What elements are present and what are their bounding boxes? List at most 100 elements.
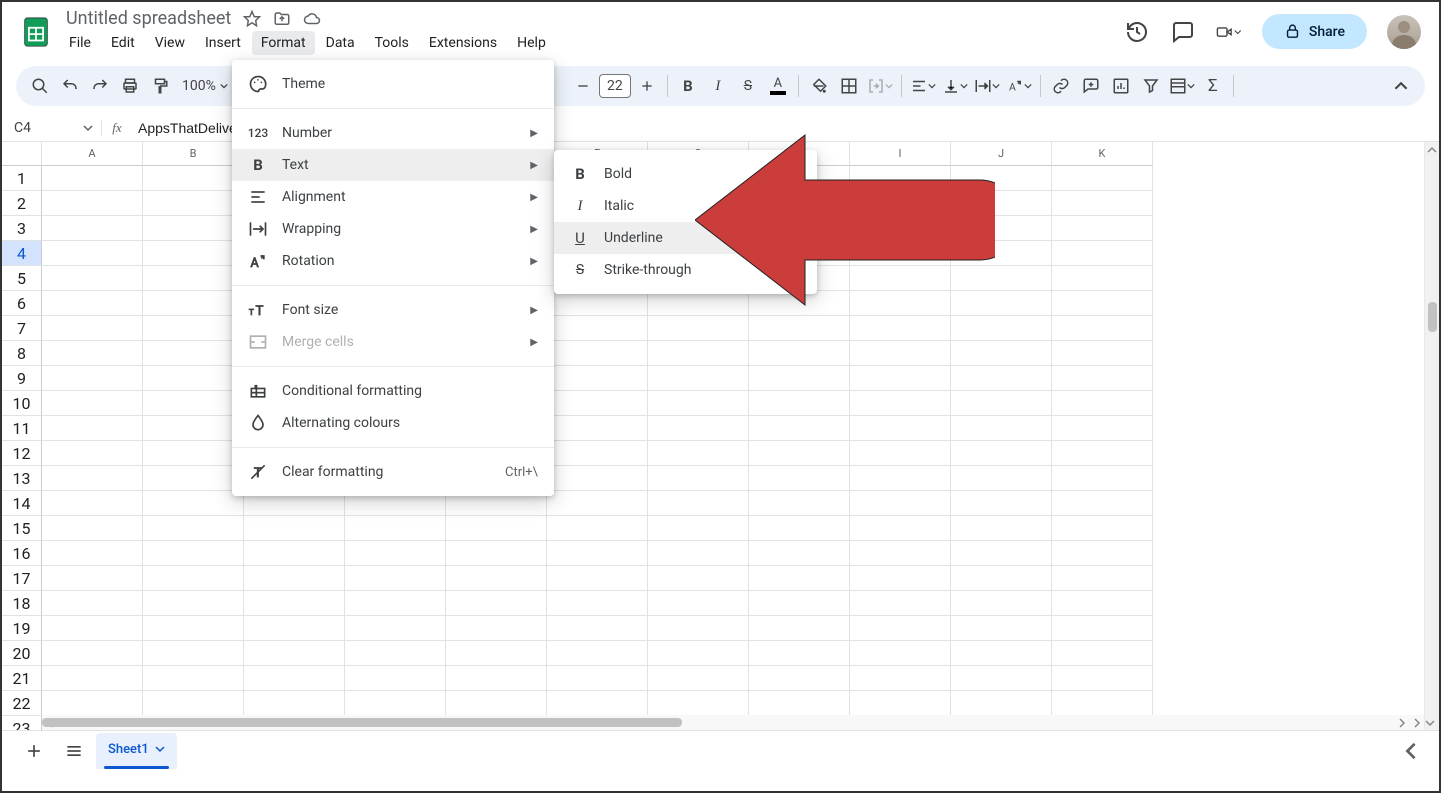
- cell[interactable]: [850, 341, 951, 366]
- cell[interactable]: [547, 366, 648, 391]
- history-icon[interactable]: [1124, 19, 1150, 45]
- insert-comment-button[interactable]: [1077, 72, 1105, 100]
- cell[interactable]: [1052, 491, 1153, 516]
- cell[interactable]: [446, 641, 547, 666]
- cell[interactable]: [446, 516, 547, 541]
- cell[interactable]: [1052, 541, 1153, 566]
- cell[interactable]: [345, 666, 446, 691]
- sheets-logo[interactable]: [16, 12, 56, 52]
- all-sheets-button[interactable]: [56, 733, 92, 769]
- cell[interactable]: [951, 391, 1052, 416]
- cell[interactable]: [850, 641, 951, 666]
- cell[interactable]: [951, 616, 1052, 641]
- format-text[interactable]: BText▶: [232, 149, 554, 181]
- cell[interactable]: [244, 691, 345, 716]
- valign-button[interactable]: [940, 72, 970, 100]
- cell[interactable]: [648, 441, 749, 466]
- row-header-23[interactable]: 23: [2, 716, 42, 730]
- cell[interactable]: [42, 516, 143, 541]
- cell[interactable]: [850, 441, 951, 466]
- italic-button[interactable]: I: [704, 72, 732, 100]
- row-header-15[interactable]: 15: [2, 516, 42, 541]
- cell[interactable]: [850, 466, 951, 491]
- row-header-19[interactable]: 19: [2, 616, 42, 641]
- cell[interactable]: [547, 391, 648, 416]
- cell[interactable]: [143, 241, 244, 266]
- filter-views-button[interactable]: [1167, 72, 1197, 100]
- cell[interactable]: [547, 666, 648, 691]
- cell[interactable]: [143, 266, 244, 291]
- cell[interactable]: [143, 691, 244, 716]
- format-clear-formatting[interactable]: TClear formattingCtrl+\: [232, 456, 554, 488]
- cell[interactable]: [1052, 391, 1153, 416]
- cell[interactable]: [648, 316, 749, 341]
- cell[interactable]: [42, 491, 143, 516]
- cell[interactable]: [648, 491, 749, 516]
- cell[interactable]: [244, 666, 345, 691]
- collapse-toolbar-icon[interactable]: [1387, 72, 1415, 100]
- cell[interactable]: [42, 416, 143, 441]
- cell[interactable]: [1052, 691, 1153, 716]
- cell[interactable]: [1052, 516, 1153, 541]
- cell[interactable]: [547, 316, 648, 341]
- menu-extensions[interactable]: Extensions: [420, 31, 506, 55]
- redo-icon[interactable]: [86, 72, 114, 100]
- cell[interactable]: [345, 616, 446, 641]
- cell[interactable]: [648, 591, 749, 616]
- cell[interactable]: [143, 366, 244, 391]
- menu-view[interactable]: View: [146, 31, 194, 55]
- cell[interactable]: [547, 466, 648, 491]
- row-header-22[interactable]: 22: [2, 691, 42, 716]
- functions-button[interactable]: Σ: [1199, 72, 1227, 100]
- cell[interactable]: [951, 341, 1052, 366]
- cell[interactable]: [42, 241, 143, 266]
- cell[interactable]: [648, 666, 749, 691]
- cell[interactable]: [749, 416, 850, 441]
- halign-button[interactable]: [908, 72, 938, 100]
- cell[interactable]: [1052, 291, 1153, 316]
- cell[interactable]: [547, 691, 648, 716]
- cell[interactable]: [850, 566, 951, 591]
- cell[interactable]: [345, 541, 446, 566]
- row-header-11[interactable]: 11: [2, 416, 42, 441]
- paint-format-icon[interactable]: [146, 72, 174, 100]
- format-conditional-formatting[interactable]: Conditional formatting: [232, 375, 554, 407]
- format-alignment[interactable]: Alignment▶: [232, 181, 554, 213]
- select-all-corner[interactable]: [2, 142, 42, 166]
- cell[interactable]: [951, 416, 1052, 441]
- menu-tools[interactable]: Tools: [366, 31, 418, 55]
- cell[interactable]: [143, 491, 244, 516]
- cell[interactable]: [850, 416, 951, 441]
- cell[interactable]: [951, 491, 1052, 516]
- cell[interactable]: [547, 516, 648, 541]
- cell[interactable]: [446, 541, 547, 566]
- cell[interactable]: [1052, 191, 1153, 216]
- row-header-1[interactable]: 1: [2, 166, 42, 191]
- cell[interactable]: [648, 341, 749, 366]
- cell[interactable]: [1052, 566, 1153, 591]
- cell[interactable]: [951, 566, 1052, 591]
- borders-button[interactable]: [835, 72, 863, 100]
- cell[interactable]: [547, 541, 648, 566]
- row-header-14[interactable]: 14: [2, 491, 42, 516]
- row-header-12[interactable]: 12: [2, 441, 42, 466]
- cell[interactable]: [547, 591, 648, 616]
- menu-insert[interactable]: Insert: [196, 31, 250, 55]
- cell[interactable]: [648, 541, 749, 566]
- cell[interactable]: [42, 616, 143, 641]
- cell[interactable]: [951, 541, 1052, 566]
- cell[interactable]: [42, 366, 143, 391]
- cell[interactable]: [850, 366, 951, 391]
- row-header-9[interactable]: 9: [2, 366, 42, 391]
- row-header-20[interactable]: 20: [2, 641, 42, 666]
- print-icon[interactable]: [116, 72, 144, 100]
- cell[interactable]: [749, 641, 850, 666]
- cell[interactable]: [345, 516, 446, 541]
- cell[interactable]: [1052, 266, 1153, 291]
- cell[interactable]: [850, 391, 951, 416]
- cell[interactable]: [1052, 241, 1153, 266]
- cell[interactable]: [951, 591, 1052, 616]
- col-header-K[interactable]: K: [1052, 142, 1153, 166]
- font-size-input[interactable]: 22: [599, 74, 631, 98]
- add-sheet-button[interactable]: [16, 733, 52, 769]
